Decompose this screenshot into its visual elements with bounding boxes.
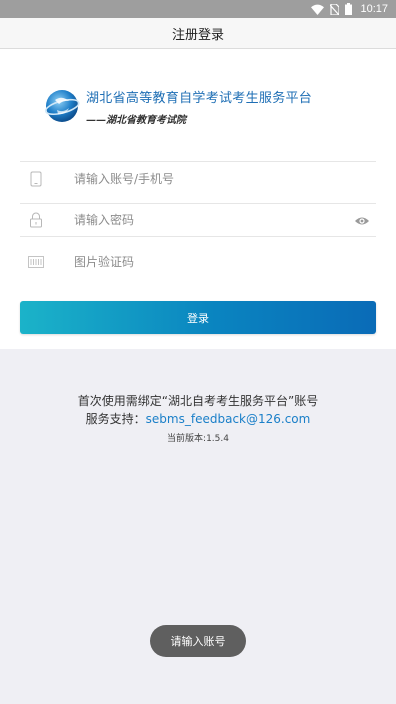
phone-icon — [28, 171, 44, 187]
version-text: 当前版本:1.5.4 — [167, 434, 229, 444]
battery-icon — [345, 3, 353, 15]
status-time: 10:17 — [360, 3, 388, 15]
support-line: 服务支持：sebms_feedback@126.com — [0, 410, 396, 427]
support-label: 服务支持： — [85, 412, 146, 426]
binding-note: 首次使用需绑定“湖北自考考生服务平台”账号 — [77, 394, 319, 408]
support-email-link[interactable]: sebms_feedback@126.com — [146, 412, 311, 426]
info-section: 首次使用需绑定“湖北自考考生服务平台”账号 服务支持：sebms_feedbac… — [0, 392, 396, 444]
brand-title: 湖北省高等教育自学考试考生服务平台 — [86, 90, 313, 106]
captcha-input[interactable] — [74, 255, 334, 269]
captcha-icon — [28, 254, 44, 270]
account-field[interactable] — [20, 161, 376, 195]
lock-icon — [28, 212, 44, 228]
brand-header: 湖北省高等教育自学考试考生服务平台 ——湖北省教育考试院 — [44, 85, 312, 127]
account-input[interactable] — [74, 171, 334, 186]
page-title: 注册登录 — [0, 18, 396, 49]
platform-logo-icon — [44, 90, 80, 122]
login-card: 湖北省高等教育自学考试考生服务平台 ——湖北省教育考试院 登录 — [0, 49, 396, 349]
eye-icon[interactable] — [354, 213, 370, 229]
toast-message: 请输入账号 — [150, 625, 246, 657]
brand-subtitle: ——湖北省教育考试院 — [86, 114, 186, 126]
password-input[interactable] — [74, 213, 334, 227]
password-field[interactable] — [20, 203, 376, 237]
no-sim-icon — [330, 3, 340, 15]
status-bar: 10:17 — [0, 0, 396, 18]
captcha-field[interactable] — [20, 245, 376, 279]
login-button[interactable]: 登录 — [20, 301, 376, 334]
wifi-icon — [311, 4, 325, 15]
